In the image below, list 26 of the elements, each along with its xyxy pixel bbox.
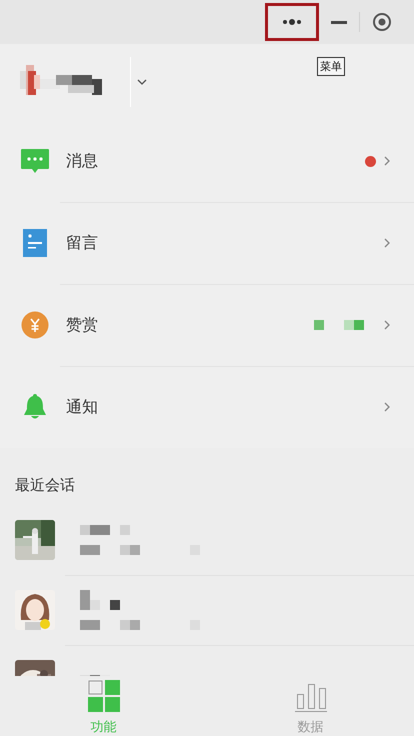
menu-label: 留言 [66, 232, 98, 254]
menu-button[interactable] [265, 3, 319, 41]
blurred-text-drawing [80, 590, 120, 610]
chevron-right-icon [384, 402, 390, 412]
menu-item[interactable]: 留言 [0, 202, 414, 284]
bell-icon [21, 393, 49, 421]
menu-label: 消息 [66, 150, 98, 172]
tooltip: 菜单 [317, 57, 345, 76]
menu-item[interactable]: 通知 [0, 366, 414, 448]
chevron-right-icon [384, 156, 390, 166]
menu-label: 赞赏 [66, 314, 98, 336]
grid-icon [88, 680, 120, 712]
chevron-right-icon [384, 320, 390, 330]
yen-coin-icon [21, 311, 49, 339]
menu-label: 通知 [66, 396, 98, 418]
document-icon [21, 229, 49, 257]
menu-item[interactable]: 赞赏 [0, 284, 414, 366]
close-icon [372, 12, 392, 32]
minimize-icon [331, 20, 347, 24]
menu-item[interactable]: 消息 [0, 120, 414, 202]
section-title: 最近会话 [14, 475, 76, 496]
more-icon [282, 18, 302, 26]
chevron-down-icon [137, 79, 147, 85]
chevron-right-icon [384, 238, 390, 248]
speech-bubble-icon [21, 147, 49, 175]
blurred-text-drawing [80, 525, 130, 535]
